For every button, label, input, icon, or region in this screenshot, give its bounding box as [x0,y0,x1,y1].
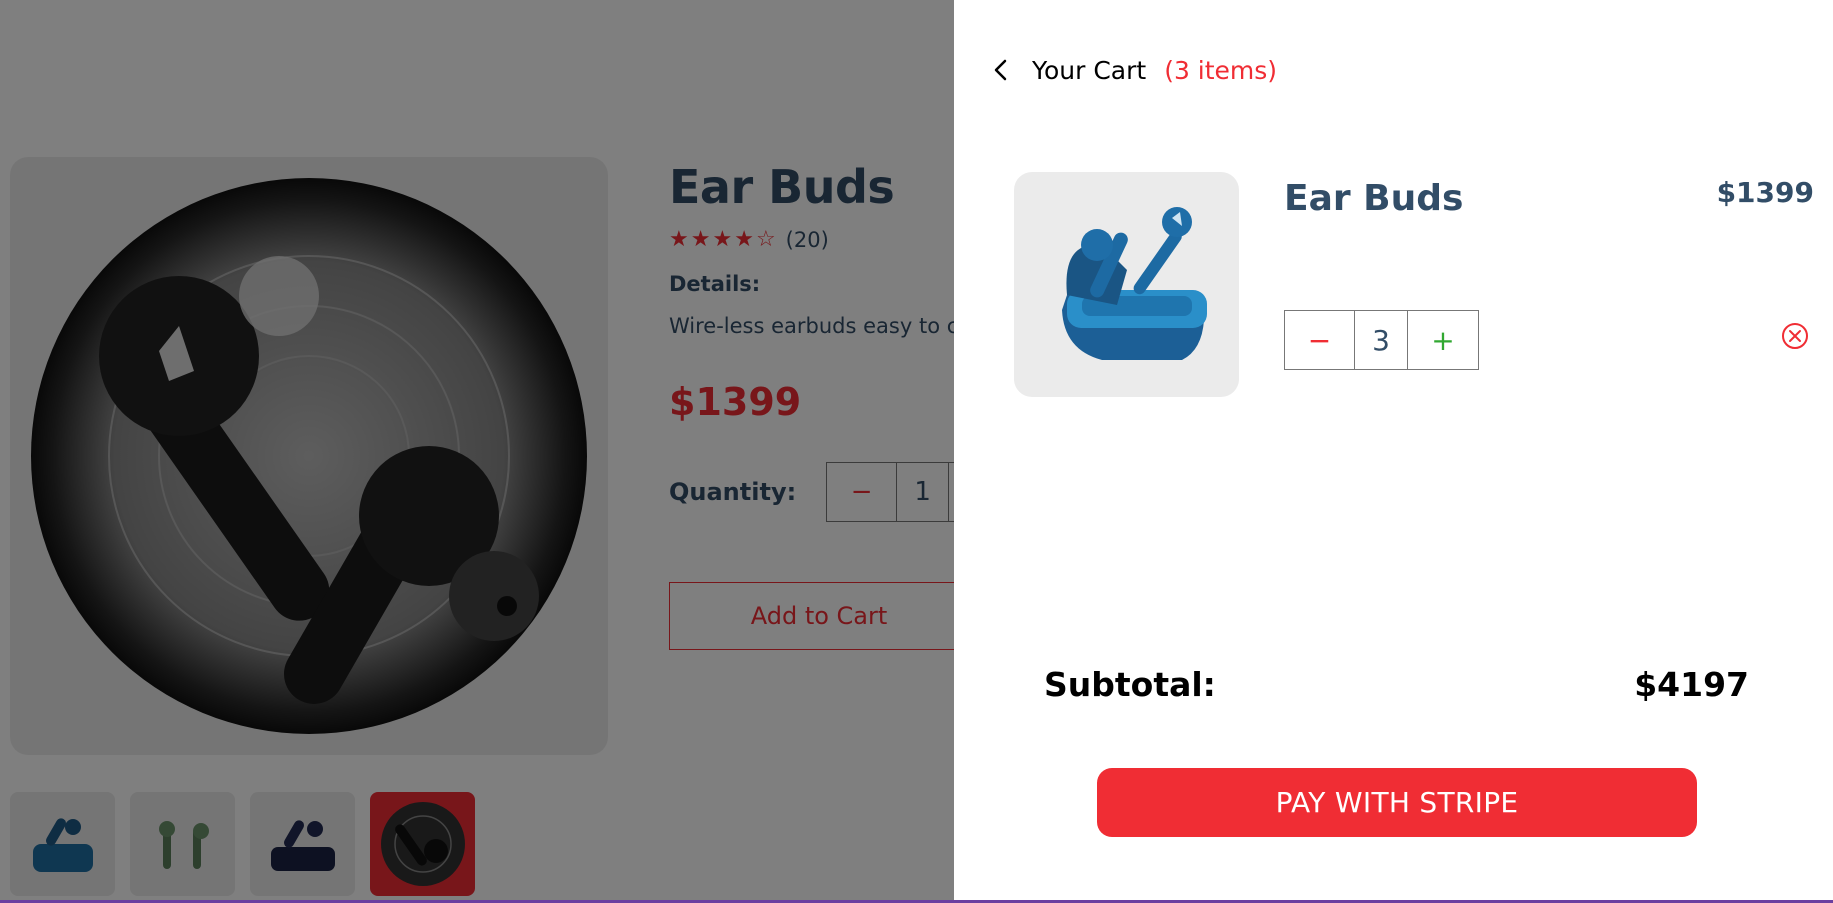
subtotal-row: Subtotal: $4197 [1044,665,1749,704]
remove-item-button[interactable] [1780,321,1810,351]
blue-earbuds-image [1061,206,1207,360]
cart-item-image [1014,172,1239,397]
cart-increase-quantity-button[interactable]: + [1408,311,1478,369]
cart-item-price: $1399 [1716,176,1814,209]
cart-quantity-value: 3 [1355,311,1408,369]
cart-heading: Your Cart [1032,55,1147,85]
subtotal-label: Subtotal: [1044,665,1216,704]
cart-item: Ear Buds $1399 − 3 + [1014,172,1814,397]
cart-quantity-stepper: − 3 + [1284,310,1479,370]
cart-item-name: Ear Buds [1284,178,1464,219]
pay-with-stripe-button[interactable]: PAY WITH STRIPE [1097,768,1697,837]
subtotal-value: $4197 [1634,665,1749,704]
cart-item-count: (3 items) [1164,55,1278,85]
cart-header[interactable]: Your Cart (3 items) [986,55,1277,85]
back-chevron-icon[interactable] [986,55,1016,85]
remove-circle-x-icon [1782,323,1808,349]
cart-panel: Your Cart (3 items) Ear Buds $1399 − 3 + [954,0,1833,900]
cart-decrease-quantity-button[interactable]: − [1285,311,1355,369]
